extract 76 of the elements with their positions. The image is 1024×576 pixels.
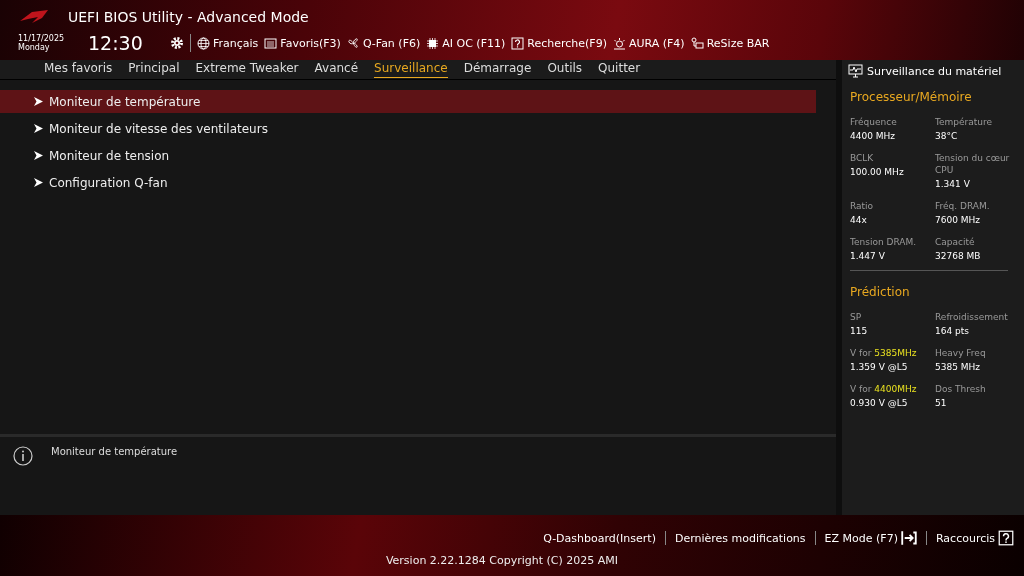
- window-title: UEFI BIOS Utility - Advanced Mode: [68, 9, 309, 25]
- footer-link[interactable]: Raccourcis: [935, 530, 1014, 546]
- menu-item[interactable]: Moniteur de température: [0, 90, 816, 113]
- arrow-icon: [34, 151, 43, 160]
- monitor-icon: [848, 64, 863, 78]
- toolbar-button[interactable]: Recherche(F9): [511, 36, 607, 50]
- section-title: Processeur/Mémoire: [850, 90, 973, 104]
- menu-tab[interactable]: Avancé: [314, 61, 359, 78]
- stat-label: Capacité: [935, 236, 976, 248]
- help-icon: [511, 36, 525, 50]
- clock-time: 12:30: [88, 32, 144, 54]
- date-text: 11/17/2025: [18, 34, 66, 43]
- arrow-icon: [34, 124, 43, 133]
- section-title: Prédiction: [850, 285, 911, 299]
- stat-label: Fréquence: [850, 116, 898, 128]
- stat-label: V for 4400MHz: [850, 383, 918, 395]
- stat-value: 7600 MHz: [935, 214, 982, 226]
- card-icon: [690, 36, 704, 50]
- menu-item[interactable]: Moniteur de vitesse des ventilateurs: [0, 117, 816, 140]
- stat-value: 164 pts: [935, 325, 970, 337]
- menu-tab[interactable]: Surveillance: [374, 61, 448, 78]
- stat-value: 5385 MHz: [935, 361, 982, 373]
- menu-tab[interactable]: Quitter: [598, 61, 641, 78]
- stat-label: V for 5385MHz: [850, 347, 918, 359]
- stat-value: 44x: [850, 214, 868, 226]
- menu-tab[interactable]: Mes favoris: [44, 61, 113, 78]
- menu-tab[interactable]: Démarrage: [463, 61, 532, 78]
- toolbar-button[interactable]: Favoris(F3): [264, 36, 341, 50]
- stat-value: 4400 MHz: [850, 130, 897, 142]
- panel-title: Surveillance du matériel: [867, 64, 1002, 78]
- stat-value: 115: [850, 325, 869, 337]
- toolbar-button[interactable]: AI OC (F11): [426, 36, 506, 50]
- toolbar-button[interactable]: ReSize BAR: [690, 36, 770, 50]
- fan-icon: [346, 36, 360, 50]
- stat-value: 1.447 V: [850, 250, 886, 262]
- stat-value: 1.341 V: [935, 178, 971, 190]
- stat-label: Tension DRAM.: [850, 236, 918, 248]
- menu-tab[interactable]: Outils: [547, 61, 583, 78]
- menu-item[interactable]: Moniteur de tension: [0, 144, 816, 167]
- stat-label: Refroidissement: [935, 311, 1009, 323]
- arrow-icon: [34, 97, 43, 106]
- stat-label: Ratio: [850, 200, 875, 212]
- help-text: Moniteur de température: [51, 446, 178, 459]
- stat-value: 51: [935, 397, 948, 409]
- info-icon: [13, 446, 33, 466]
- version-text: Version 2.22.1284 Copyright (C) 2025 AMI: [385, 554, 619, 567]
- stat-label: SP: [850, 311, 863, 323]
- stat-label: Dos Thresh: [935, 383, 987, 395]
- stat-label: Tension du cœur CPU: [935, 152, 1011, 176]
- light-icon: [612, 36, 626, 50]
- menu-tab[interactable]: Principal: [128, 61, 180, 78]
- menu-tab[interactable]: Extreme Tweaker: [195, 61, 299, 78]
- chip-icon: [426, 36, 440, 50]
- arrow-icon: [34, 178, 43, 187]
- stat-label: Heavy Freq: [935, 347, 987, 359]
- stat-value: 32768 MB: [935, 250, 982, 262]
- footer-link[interactable]: Dernières modifications: [674, 531, 806, 545]
- menu-item[interactable]: Configuration Q-fan: [0, 171, 816, 194]
- globe-icon: [197, 36, 210, 50]
- help-icon: [998, 530, 1014, 546]
- day-text: Monday: [18, 43, 51, 52]
- settings-icon[interactable]: [170, 36, 184, 50]
- footer-link[interactable]: EZ Mode (F7): [824, 530, 917, 546]
- folder-icon: [264, 36, 278, 50]
- footer-link[interactable]: Q-Dashboard(Insert): [543, 531, 656, 545]
- stat-value: 1.359 V @L5: [850, 361, 909, 373]
- toolbar-button[interactable]: AURA (F4): [612, 36, 685, 50]
- stat-label: Fréq. DRAM.: [935, 200, 991, 212]
- stat-label: Température: [935, 116, 993, 128]
- toolbar-button[interactable]: Français: [197, 36, 259, 50]
- stat-value: 0.930 V @L5: [850, 397, 909, 409]
- exit-icon: [900, 530, 917, 546]
- stat-value: 100.00 MHz: [850, 166, 905, 178]
- toolbar-button[interactable]: Q-Fan (F6): [346, 36, 421, 50]
- stat-label: BCLK: [850, 152, 875, 164]
- stat-value: 38°C: [935, 130, 959, 142]
